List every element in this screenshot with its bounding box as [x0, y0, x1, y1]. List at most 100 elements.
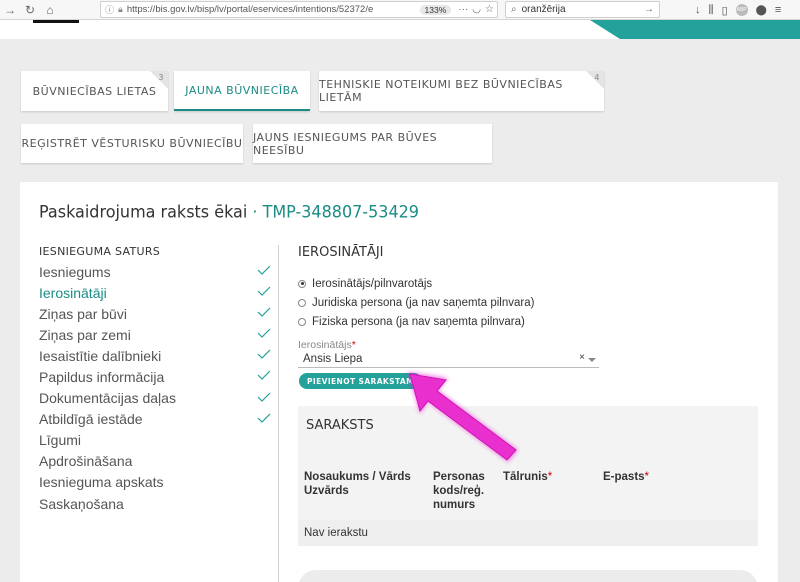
check-icon: [257, 392, 271, 402]
star-icon[interactable]: ☆: [485, 4, 494, 15]
sidebar-item-label: Iesaistītie dalībnieki: [39, 347, 162, 364]
search-bar[interactable]: ⌕ oranžērija →: [505, 1, 660, 18]
sidebar-item-zinas-par-buvi[interactable]: Ziņas par būvi: [39, 303, 271, 324]
column-header-label: Personas kods/reģ. numurs: [433, 471, 485, 511]
application-code: TMP-348807-53429: [262, 201, 419, 222]
page-title-text: Paskaidrojuma raksts ēkai: [39, 201, 248, 222]
empty-list-row: Nav ierakstu: [298, 520, 758, 546]
forward-icon[interactable]: →: [0, 1, 20, 19]
clear-icon[interactable]: ×: [579, 352, 585, 363]
column-header-label: E-pasts: [603, 471, 645, 483]
sidebar-item-label: Saskaņošana: [39, 495, 124, 512]
radio-button-checked[interactable]: [298, 279, 306, 288]
tab-buvniecibas-lietas[interactable]: 3 Būvniecības lietas: [21, 71, 168, 111]
extension-icon[interactable]: ⬤: [756, 5, 767, 16]
sidebar-item-label: Papildus informācija: [39, 369, 165, 386]
check-icon: [257, 307, 271, 318]
tab-count: 4: [594, 73, 600, 82]
check-icon: [257, 413, 271, 423]
annotation-arrow-icon: [408, 372, 518, 462]
radio-initiator[interactable]: Ierosinātājs/pilnvarotājs: [298, 274, 758, 293]
tab-jauns-iesniegums[interactable]: Jauns iesniegums par būves neesību: [253, 124, 492, 163]
sidebar-icon[interactable]: ▯: [722, 4, 728, 17]
title-separator: ·: [252, 201, 258, 222]
initiator-field-label: Ierosinātājs*: [298, 339, 758, 351]
home-icon[interactable]: ⌂: [40, 1, 60, 19]
field-label-text: Ierosinātājs: [298, 339, 352, 351]
sidebar-item-apdrosinasana[interactable]: Apdrošināšana: [39, 451, 271, 472]
required-mark: *: [547, 471, 553, 483]
sidebar-item-label: Apdrošināšana: [39, 453, 133, 470]
sidebar-item-zinas-par-zemi[interactable]: Ziņas par zemi: [39, 324, 271, 345]
radio-label: Fiziska persona (ja nav saņemta pilnvara…: [312, 315, 525, 328]
sidebar-item-iesaistitie-dalibnieki[interactable]: Iesaistītie dalībnieki: [39, 345, 271, 366]
sidebar-item-dokumentacijas-dalas[interactable]: Dokumentācijas daļas: [39, 388, 271, 409]
sidebar-item-label: Ierosinātāji: [39, 284, 107, 301]
sidebar-item-label: Iesnieguma apskats: [39, 474, 164, 491]
next-panel: [298, 570, 758, 582]
check-icon: [257, 371, 271, 381]
sidebar-item-label: Ziņas par būvi: [39, 305, 127, 322]
menu-icon[interactable]: ≡: [775, 4, 781, 16]
check-icon: [257, 286, 271, 296]
column-header-email[interactable]: E-pasts*: [603, 470, 693, 484]
column-header-name[interactable]: Nosaukums / Vārds Uzvārds: [304, 470, 429, 498]
check-icon: [257, 328, 271, 339]
sidebar-item-ligumi[interactable]: Līgumi: [39, 430, 271, 451]
sidebar-item-iesniegums[interactable]: Iesniegums: [39, 261, 271, 282]
header-accent: [590, 20, 800, 39]
column-header-code[interactable]: Personas kods/reģ. numurs: [433, 470, 501, 512]
radio-natural-person[interactable]: Fiziska persona (ja nav saņemta pilnvara…: [298, 312, 758, 331]
url-text: https://bis.gov.lv/bisp/lv/portal/eservi…: [126, 4, 374, 15]
adblock-icon[interactable]: ABP: [735, 4, 748, 16]
section-heading: Ierosinātāji: [298, 245, 384, 260]
address-bar[interactable]: ⓘ 🔒︎ https://bis.gov.lv/bisp/lv/portal/e…: [100, 1, 498, 18]
search-icon: ⌕: [511, 4, 517, 15]
sidebar-item-label: Iesniegums: [39, 263, 111, 280]
sidebar-heading: Iesnieguma saturs: [39, 245, 161, 258]
site-header: [0, 20, 800, 39]
pocket-icon[interactable]: ◡: [472, 4, 481, 15]
more-icon[interactable]: ···: [458, 4, 468, 15]
required-mark: *: [351, 339, 356, 351]
radio-button[interactable]: [298, 317, 306, 326]
check-icon: [257, 349, 271, 360]
radio-legal-person[interactable]: Juridiska persona (ja nav saņemta pilnva…: [298, 293, 758, 312]
sidebar-item-saskanosana[interactable]: Saskaņošana: [39, 493, 271, 514]
check-icon: [257, 265, 271, 275]
tab-tehniskie-noteikumi[interactable]: 4 Tehniskie noteikumi bez būvniecības li…: [319, 71, 604, 111]
column-divider: [278, 245, 279, 582]
radio-label: Ierosinātājs/pilnvarotājs: [312, 277, 433, 290]
header-underline: [33, 20, 79, 23]
tab-label: Jauns iesniegums par būves neesību: [253, 130, 438, 157]
sidebar-item-atbildiga-iestade[interactable]: Atbildīgā iestāde: [39, 409, 271, 430]
select-value: Ansis Liepa: [303, 353, 363, 365]
sidebar-item-label: Dokumentācijas daļas: [39, 390, 176, 407]
column-header-label: Tālrunis: [503, 471, 548, 483]
reload-icon[interactable]: ↻: [20, 1, 40, 19]
radio-label: Juridiska persona (ja nav saņemta pilnva…: [312, 296, 535, 309]
radio-button[interactable]: [298, 298, 306, 307]
list-title: Saraksts: [306, 418, 374, 433]
sidebar-item-label: Līgumi: [39, 432, 82, 449]
lock-icon: 🔒︎: [118, 4, 123, 14]
sidebar-item-iesnieguma-apskats[interactable]: Iesnieguma apskats: [39, 472, 271, 493]
sidebar-item-papildus-informacija[interactable]: Papildus informācija: [39, 366, 271, 387]
application-card: Paskaidrojuma raksts ēkai · TMP-348807-5…: [20, 182, 778, 582]
tab-count: 3: [158, 73, 164, 82]
chevron-down-icon[interactable]: [588, 358, 596, 362]
tab-registret-vesturisku[interactable]: Reģistrēt vēsturisku būvniecību: [21, 124, 243, 163]
download-icon[interactable]: ↓: [695, 4, 701, 16]
sidebar-item-label: Ziņas par zemi: [39, 326, 131, 343]
browser-toolbar: → ↻ ⌂ ⓘ 🔒︎ https://bis.gov.lv/bisp/lv/po…: [0, 0, 800, 20]
library-icon[interactable]: ⫼: [709, 4, 714, 17]
info-icon: ⓘ: [105, 5, 115, 15]
go-arrow-icon[interactable]: →: [644, 4, 654, 15]
column-header-phone[interactable]: Tālrunis*: [503, 470, 593, 484]
tab-jauna-buvnieciba[interactable]: Jauna būvniecība: [174, 71, 310, 111]
zoom-level[interactable]: 133%: [419, 4, 452, 15]
search-text: oranžērija: [521, 4, 566, 15]
sidebar-item-ierosinataji[interactable]: Ierosinātāji: [39, 282, 271, 303]
tab-label: Būvniecības lietas: [32, 84, 157, 98]
page-title: Paskaidrojuma raksts ēkai · TMP-348807-5…: [39, 202, 419, 222]
